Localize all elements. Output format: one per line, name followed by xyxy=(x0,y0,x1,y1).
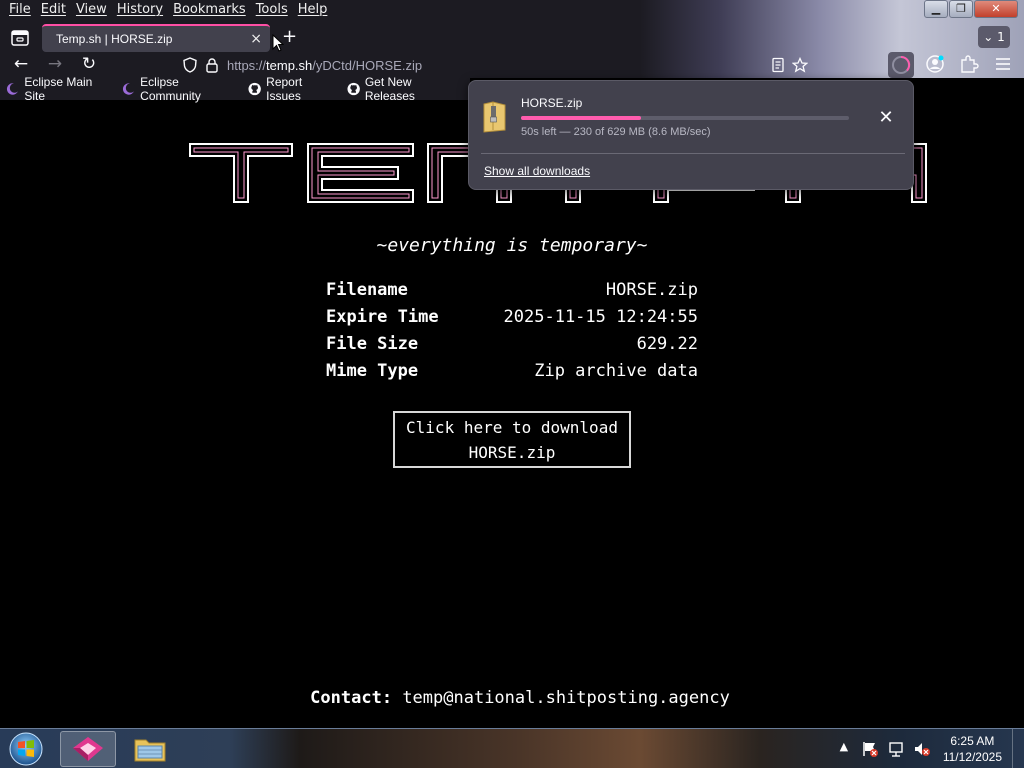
tab-temp-sh[interactable]: Temp.sh | HORSE.zip × xyxy=(42,24,270,52)
taskbar-browser-app[interactable] xyxy=(60,731,116,767)
network-icon[interactable] xyxy=(887,740,905,758)
panel-divider xyxy=(481,153,905,154)
hamburger-menu-icon[interactable] xyxy=(992,54,1014,74)
download-file-button[interactable]: Click here to download HORSE.zip xyxy=(393,411,631,468)
menu-view[interactable]: View xyxy=(71,0,112,20)
show-all-downloads-button[interactable]: Show all downloads xyxy=(484,164,590,178)
cancel-download-icon[interactable]: ✕ xyxy=(877,109,895,127)
new-tab-icon[interactable]: + xyxy=(282,28,297,46)
start-button-icon[interactable] xyxy=(6,731,46,767)
bookmark-label: Eclipse Main Site xyxy=(24,75,93,103)
menu-history[interactable]: History xyxy=(112,0,168,20)
info-value: 2025-11-15 12:24:55 xyxy=(503,307,698,327)
show-hidden-icons-icon[interactable]: ▲ xyxy=(835,740,853,758)
bookmark-label: Report Issues xyxy=(266,75,303,103)
window-controls: ▁ ❐ ✕ xyxy=(923,0,1018,18)
info-label: Mime Type xyxy=(326,361,419,381)
minimize-button[interactable]: ▁ xyxy=(924,0,948,18)
downloads-panel: HORSE.zip 50s left — 230 of 629 MB (8.6 … xyxy=(468,80,914,190)
downloads-button[interactable] xyxy=(888,52,914,78)
bookmarks-toolbar: Eclipse Main Site Eclipse Community Repo… xyxy=(0,75,470,103)
download-filename: HORSE.zip xyxy=(521,96,583,110)
firefox-view-button[interactable] xyxy=(6,26,34,50)
reader-view-icon[interactable] xyxy=(770,57,786,73)
navigation-bar: ← → ↻ https://temp.sh/yDCtd/HORSE.zip xyxy=(0,50,1024,78)
action-center-flag-icon[interactable] xyxy=(861,740,879,758)
eclipse-icon xyxy=(6,83,20,95)
menu-help[interactable]: Help xyxy=(293,0,333,20)
bookmark-label: Get New Releases xyxy=(364,75,415,103)
show-all-downloads-label: Show all downloads xyxy=(484,164,591,178)
clock-date: 11/12/2025 xyxy=(942,750,1002,764)
bookmark-eclipse-main-site[interactable]: Eclipse Main Site xyxy=(6,75,112,103)
zip-file-icon xyxy=(483,101,506,133)
shield-icon[interactable] xyxy=(182,57,198,73)
info-row-filename: Filename HORSE.zip xyxy=(326,280,698,304)
menu-tools[interactable]: Tools xyxy=(251,0,293,20)
taskbar-explorer-app[interactable] xyxy=(122,731,178,767)
bookmark-label: Eclipse Community xyxy=(140,75,201,103)
volume-muted-icon[interactable] xyxy=(913,740,931,758)
info-value: Zip archive data xyxy=(534,361,698,381)
close-window-button[interactable]: ✕ xyxy=(974,0,1018,18)
download-status: 50s left — 230 of 629 MB (8.6 MB/sec) xyxy=(521,126,711,138)
forward-icon[interactable]: → xyxy=(44,54,66,74)
tab-count: 1 xyxy=(997,30,1005,44)
menu-file[interactable]: File xyxy=(4,0,36,20)
bookmark-get-new-releases[interactable]: Get New Releases xyxy=(347,75,460,103)
url-path: /yDCtd/HORSE.zip xyxy=(312,57,423,73)
eclipse-icon xyxy=(122,83,136,95)
account-icon[interactable] xyxy=(924,54,946,74)
info-row-file-size: File Size 629.22 xyxy=(326,334,698,358)
menu-edit[interactable]: Edit xyxy=(36,0,71,20)
browser-chrome: File Edit View History Bookmarks Tools H… xyxy=(0,0,1024,78)
tab-title: Temp.sh | HORSE.zip xyxy=(56,32,173,46)
reload-icon[interactable]: ↻ xyxy=(78,54,100,74)
info-row-expire-time: Expire Time 2025-11-15 12:24:55 xyxy=(326,307,698,331)
download-progress-icon xyxy=(892,55,911,74)
url-prefix: https:// xyxy=(227,57,267,73)
github-icon xyxy=(347,82,360,96)
contact-email[interactable]: temp@national.shitposting.agency xyxy=(402,688,730,708)
info-label: File Size xyxy=(326,334,419,354)
url-host: temp.sh xyxy=(266,57,313,73)
back-icon[interactable]: ← xyxy=(10,54,32,74)
tab-strip: Temp.sh | HORSE.zip × + ⌄ 1 xyxy=(0,22,1024,52)
folder-icon xyxy=(134,739,166,762)
restore-button[interactable]: ❐ xyxy=(949,0,973,18)
system-clock[interactable]: 6:25 AM 11/12/2025 xyxy=(943,733,1002,765)
bookmark-star-icon[interactable] xyxy=(792,57,808,73)
download-progress-bar xyxy=(521,116,849,120)
firefox-view-icon xyxy=(11,30,29,46)
url-text[interactable]: https://temp.sh/yDCtd/HORSE.zip xyxy=(227,58,422,73)
show-desktop-button[interactable] xyxy=(1012,729,1024,768)
menu-bar: File Edit View History Bookmarks Tools H… xyxy=(0,0,332,20)
download-button-line1: Click here to download xyxy=(406,418,618,437)
info-label: Filename xyxy=(326,280,408,300)
github-icon xyxy=(248,82,261,96)
info-value: HORSE.zip xyxy=(605,280,698,300)
tab-close-icon[interactable]: × xyxy=(250,31,262,47)
info-value: 629.22 xyxy=(636,334,698,354)
tagline: ~everything is temporary~ xyxy=(376,235,648,256)
bookmark-report-issues[interactable]: Report Issues xyxy=(248,75,337,103)
info-label: Expire Time xyxy=(326,307,439,327)
browser-app-icon xyxy=(73,737,103,761)
taskbar: ▲ 6:25 AM 11/12/2025 xyxy=(0,728,1024,768)
contact-label: Contact: xyxy=(310,688,393,708)
clock-time: 6:25 AM xyxy=(950,734,995,748)
list-all-tabs-button[interactable]: ⌄ 1 xyxy=(978,26,1010,48)
download-button-line2: HORSE.zip xyxy=(468,443,556,462)
system-tray: ▲ 6:25 AM 11/12/2025 xyxy=(827,729,1024,768)
bookmark-eclipse-community[interactable]: Eclipse Community xyxy=(122,75,238,103)
info-row-mime-type: Mime Type Zip archive data xyxy=(326,361,698,385)
lock-icon[interactable] xyxy=(204,57,220,73)
contact-line: Contact: temp@national.shitposting.agenc… xyxy=(0,688,1024,708)
download-progress-fill xyxy=(521,116,641,120)
mouse-cursor-icon xyxy=(272,34,284,52)
menu-bookmarks[interactable]: Bookmarks xyxy=(168,0,251,20)
extensions-icon[interactable] xyxy=(958,54,980,74)
chevron-down-icon: ⌄ xyxy=(983,30,994,44)
